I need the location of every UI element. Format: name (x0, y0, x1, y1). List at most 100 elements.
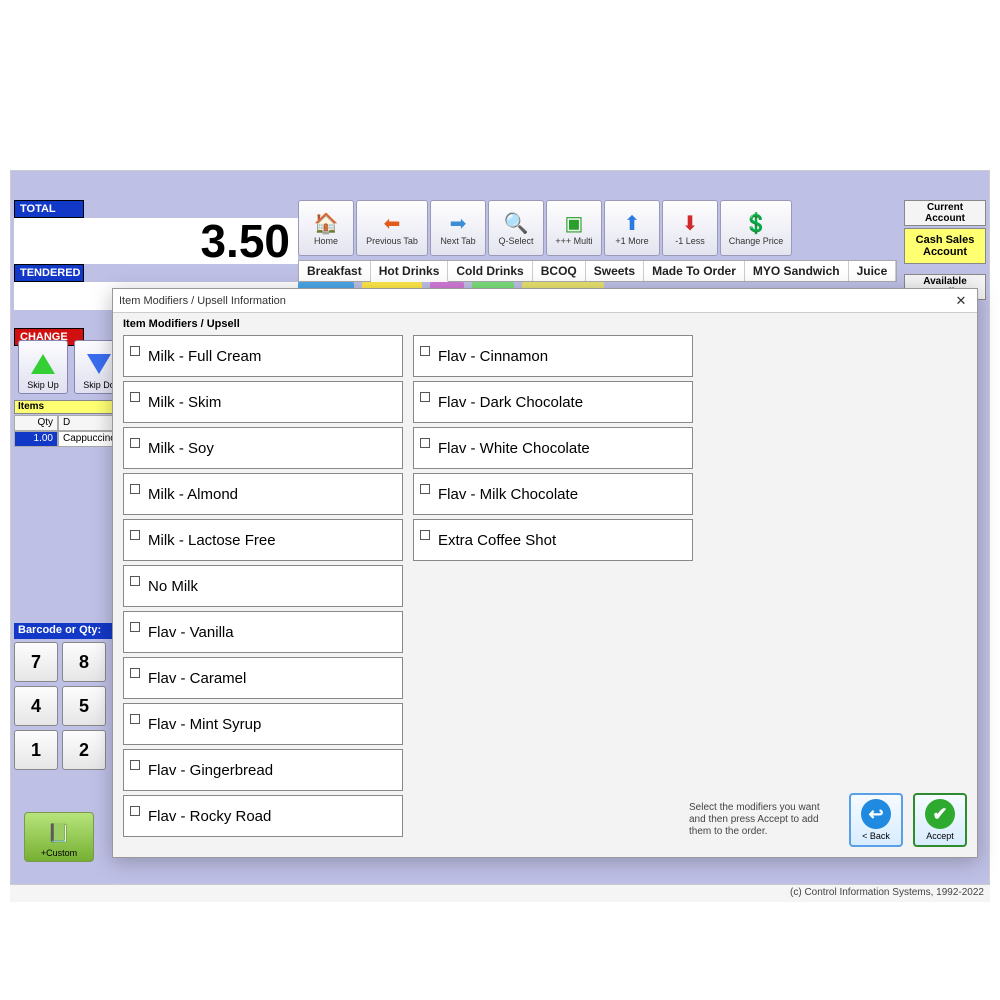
prev-icon: ⬅ (377, 210, 407, 236)
key-4[interactable]: 4 (14, 686, 58, 726)
checkbox-icon[interactable] (130, 484, 140, 494)
tab-cold-drinks[interactable]: Cold Drinks (448, 261, 532, 281)
total-label: TOTAL (14, 200, 84, 218)
checkbox-icon[interactable] (130, 576, 140, 586)
tab-breakfast[interactable]: Breakfast (299, 261, 371, 281)
checkbox-icon[interactable] (420, 392, 430, 402)
checkbox-icon[interactable] (130, 438, 140, 448)
home-icon: 🏠 (311, 210, 341, 236)
price-label: Change Price (729, 236, 784, 246)
modifier-item[interactable]: Extra Coffee Shot (413, 519, 693, 561)
tab-juice[interactable]: Juice (849, 261, 897, 281)
qselect-label: Q-Select (498, 236, 533, 246)
modifier-item[interactable]: Flav - Mint Syrup (123, 703, 403, 745)
key-1[interactable]: 1 (14, 730, 58, 770)
modifier-item[interactable]: Flav - Gingerbread (123, 749, 403, 791)
key-7[interactable]: 7 (14, 642, 58, 682)
tab-bcoq[interactable]: BCOQ (533, 261, 586, 281)
modifier-item[interactable]: Milk - Almond (123, 473, 403, 515)
customer-button[interactable]: 📗 +Custom (24, 812, 94, 862)
modifier-label: No Milk (148, 578, 198, 595)
modifier-label: Flav - White Chocolate (438, 440, 590, 457)
modifier-item[interactable]: Flav - Cinnamon (413, 335, 693, 377)
back-icon: ↩ (861, 799, 891, 829)
skip-up-label: Skip Up (27, 380, 59, 390)
home-button[interactable]: 🏠Home (298, 200, 354, 256)
checkbox-icon[interactable] (130, 714, 140, 724)
modifier-label: Flav - Vanilla (148, 624, 234, 641)
grid-columns: Qty D (14, 415, 128, 431)
customer-label: +Custom (41, 848, 77, 858)
plus1-button[interactable]: ⬆+1 More (604, 200, 660, 256)
key-2[interactable]: 2 (62, 730, 106, 770)
tab-hot-drinks[interactable]: Hot Drinks (371, 261, 449, 282)
tab-sweets[interactable]: Sweets (586, 261, 644, 281)
modifier-item[interactable]: Flav - Rocky Road (123, 795, 403, 837)
key-8[interactable]: 8 (62, 642, 106, 682)
modifier-item[interactable]: Flav - Caramel (123, 657, 403, 699)
keypad: 7 8 4 5 1 2 (14, 642, 106, 770)
col-qty: Qty (14, 415, 58, 431)
change-price-button[interactable]: 💲Change Price (720, 200, 792, 256)
minus1-label: -1 Less (675, 236, 705, 246)
check-icon: ✔ (925, 799, 955, 829)
cash-sales-account[interactable]: Cash Sales Account (904, 228, 986, 264)
previous-tab-button[interactable]: ⬅Previous Tab (356, 200, 428, 256)
accept-button[interactable]: ✔ Accept (913, 793, 967, 847)
checkbox-icon[interactable] (130, 760, 140, 770)
price-icon: 💲 (741, 210, 771, 236)
next-tab-button[interactable]: ➡Next Tab (430, 200, 486, 256)
qselect-icon: 🔍 (501, 210, 531, 236)
modifier-label: Extra Coffee Shot (438, 532, 556, 549)
tab-made-to-order[interactable]: Made To Order (644, 261, 745, 281)
checkbox-icon[interactable] (130, 392, 140, 402)
skip-up-button[interactable]: Skip Up (18, 340, 68, 394)
modal-hint: Select the modifiers you want and then p… (689, 802, 839, 838)
modifier-item[interactable]: Milk - Soy (123, 427, 403, 469)
modifier-item[interactable]: Milk - Skim (123, 381, 403, 423)
book-icon: 📗 (48, 823, 70, 844)
checkbox-icon[interactable] (420, 530, 430, 540)
checkbox-icon[interactable] (130, 346, 140, 356)
row-qty: 1.00 (14, 431, 58, 447)
modifiers-col-1: Milk - Full Cream Milk - Skim Milk - Soy Mi… (123, 335, 403, 837)
tab-myo-sandwich[interactable]: MYO Sandwich (745, 261, 849, 281)
modifier-item[interactable]: Flav - White Chocolate (413, 427, 693, 469)
checkbox-icon[interactable] (130, 806, 140, 816)
modifier-item[interactable]: Flav - Dark Chocolate (413, 381, 693, 423)
checkbox-icon[interactable] (420, 484, 430, 494)
table-row[interactable]: 1.00 Cappuccino (14, 431, 128, 447)
tendered-label: TENDERED (14, 264, 84, 282)
accept-label: Accept (926, 831, 954, 841)
plus1-label: +1 More (615, 236, 648, 246)
modifier-label: Flav - Rocky Road (148, 808, 271, 825)
modifier-item[interactable]: Milk - Lactose Free (123, 519, 403, 561)
modal-close-button[interactable]: ✕ (951, 293, 971, 309)
modifier-item[interactable]: Flav - Milk Chocolate (413, 473, 693, 515)
checkbox-icon[interactable] (130, 622, 140, 632)
modifier-label: Flav - Dark Chocolate (438, 394, 583, 411)
modifier-item[interactable]: Milk - Full Cream (123, 335, 403, 377)
modifier-label: Milk - Soy (148, 440, 214, 457)
key-5[interactable]: 5 (62, 686, 106, 726)
qselect-button[interactable]: 🔍Q-Select (488, 200, 544, 256)
modifier-item[interactable]: No Milk (123, 565, 403, 607)
skip-down-label: Skip Do (83, 380, 115, 390)
multi-button[interactable]: ▣+++ Multi (546, 200, 602, 256)
modifier-label: Milk - Skim (148, 394, 221, 411)
checkbox-icon[interactable] (420, 346, 430, 356)
modifier-item[interactable]: Flav - Vanilla (123, 611, 403, 653)
minus1-button[interactable]: ⬇-1 Less (662, 200, 718, 256)
modal-title: Item Modifiers / Upsell Information (119, 295, 286, 307)
back-button[interactable]: ↩ < Back (849, 793, 903, 847)
checkbox-icon[interactable] (420, 438, 430, 448)
back-label: < Back (862, 831, 890, 841)
modifier-label: Milk - Almond (148, 486, 238, 503)
multi-icon: ▣ (559, 210, 589, 236)
main-toolbar: 🏠Home ⬅Previous Tab ➡Next Tab 🔍Q-Select … (298, 200, 792, 260)
checkbox-icon[interactable] (130, 530, 140, 540)
account-panel: Current Account Cash Sales Account Avail… (904, 200, 986, 300)
modifiers-modal: Item Modifiers / Upsell Information ✕ It… (112, 288, 978, 858)
checkbox-icon[interactable] (130, 668, 140, 678)
modifier-label: Flav - Caramel (148, 670, 246, 687)
